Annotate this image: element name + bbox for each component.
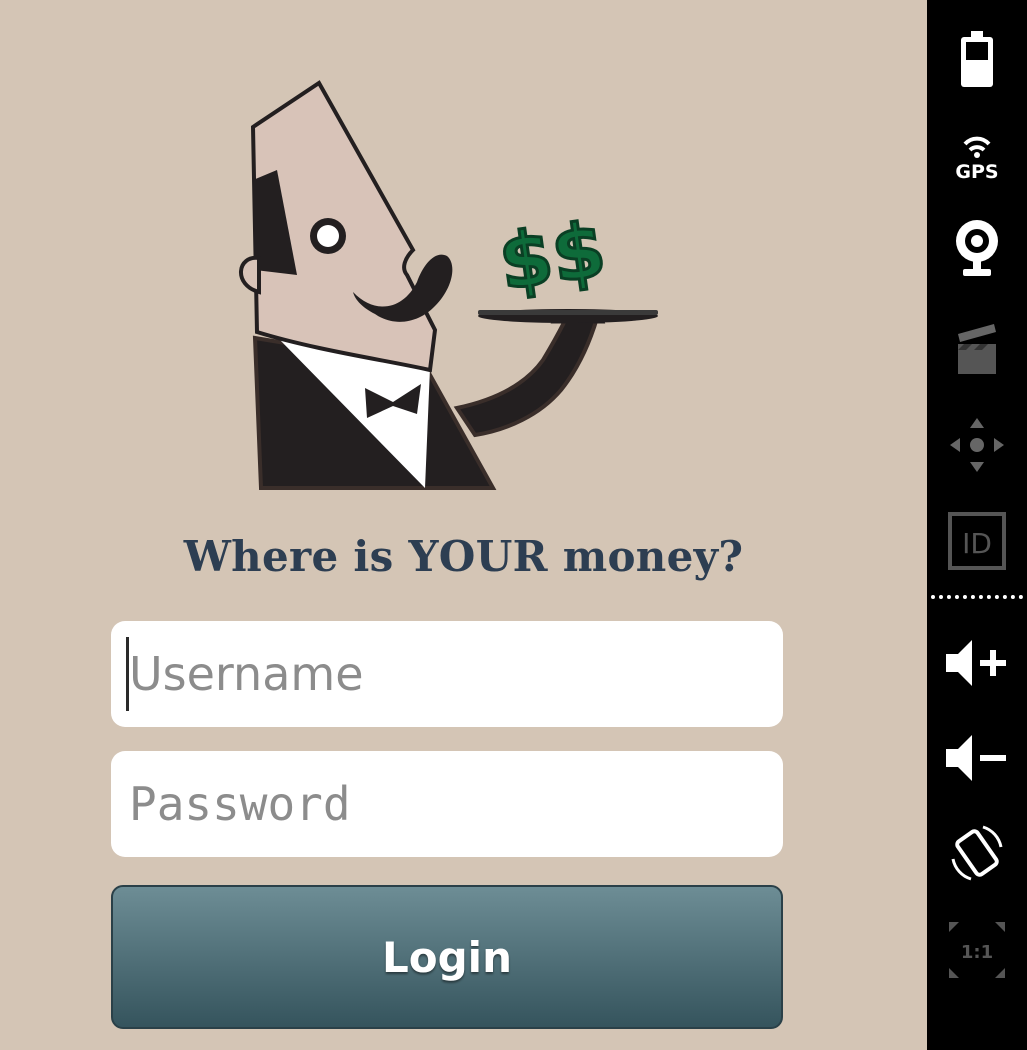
volume-down-icon: [946, 734, 1006, 781]
gps-button[interactable]: GPS: [927, 125, 1027, 185]
tagline: Where is YOUR money?: [183, 532, 744, 581]
capture-button[interactable]: [927, 315, 1027, 380]
rotate-button[interactable]: [927, 818, 1027, 888]
emulator-sidebar: GPS ID 1:1: [927, 0, 1027, 1050]
id-button[interactable]: ID: [927, 508, 1027, 573]
username-input[interactable]: [111, 621, 783, 727]
clapperboard-icon: [958, 323, 996, 374]
password-input[interactable]: [111, 751, 783, 857]
id-icon: ID: [948, 511, 1006, 570]
id-label: ID: [962, 527, 992, 560]
volume-down-button[interactable]: [927, 725, 1027, 790]
gps-icon: GPS: [955, 136, 999, 182]
dpad-button[interactable]: [927, 410, 1027, 480]
dollar-signs-text: $$: [494, 204, 611, 307]
battery-button[interactable]: [927, 25, 1027, 95]
rotate-icon: [951, 825, 1003, 881]
sidebar-divider: [931, 595, 1023, 599]
scale-button[interactable]: 1:1: [927, 915, 1027, 985]
scale-label: 1:1: [961, 942, 993, 963]
app-screen: $$ Where is YOUR money? Login: [0, 0, 927, 1050]
login-button-label: Login: [382, 932, 512, 982]
butler-mascot-logo: $$: [239, 80, 658, 490]
password-field-container: [111, 751, 783, 857]
webcam-icon: [956, 219, 998, 276]
volume-up-button[interactable]: [927, 630, 1027, 695]
dpad-icon: [950, 418, 1004, 472]
battery-icon: [961, 31, 993, 87]
gps-label: GPS: [955, 161, 998, 182]
camera-button[interactable]: [927, 210, 1027, 285]
volume-up-icon: [946, 639, 1006, 686]
login-button[interactable]: Login: [111, 885, 783, 1029]
scale-icon: 1:1: [949, 922, 1005, 978]
username-field-container: [111, 621, 783, 727]
text-cursor: [126, 637, 129, 711]
